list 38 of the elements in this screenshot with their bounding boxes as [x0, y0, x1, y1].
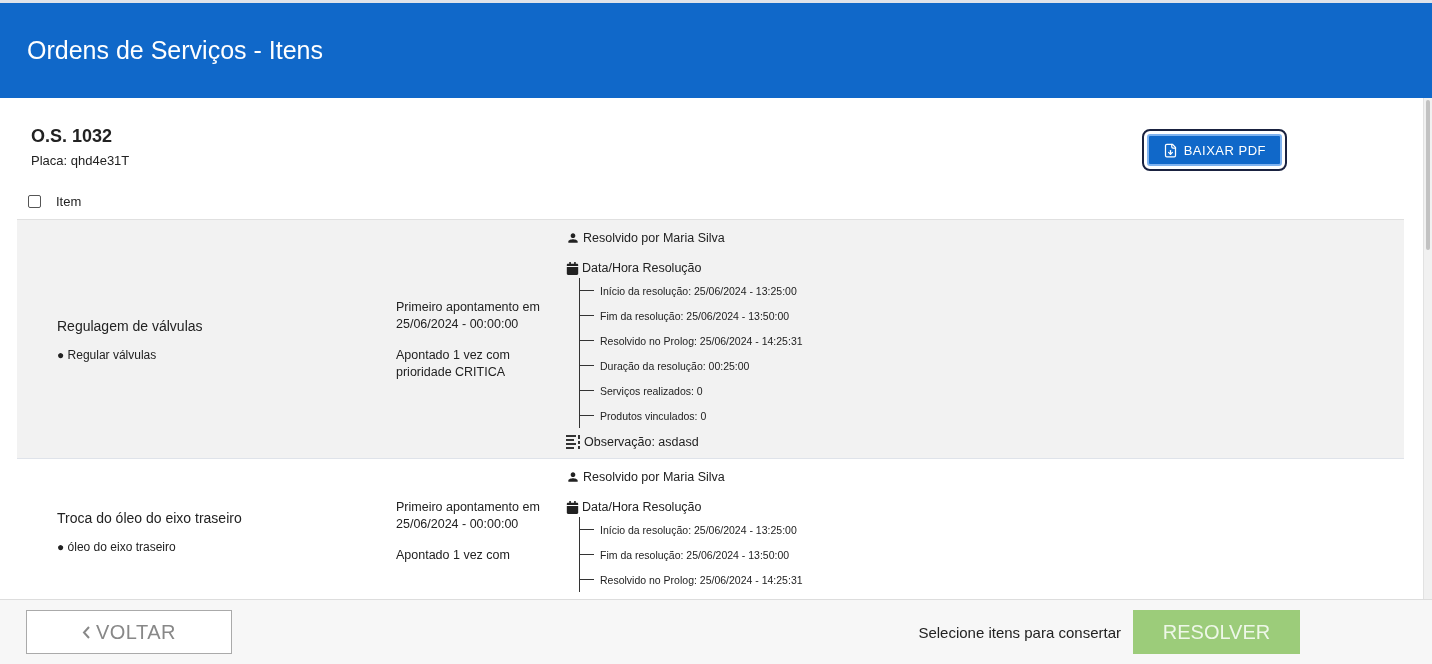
- first-report-text: Primeiro apontamento em 25/06/2024 - 00:00:00: [396, 499, 541, 533]
- resolution-detail: Duração da resolução: 00:25:00: [580, 353, 803, 378]
- hint-text: Selecione itens para consertar: [918, 623, 1121, 641]
- column-header: Item: [56, 194, 82, 209]
- report-count-text: Apontado 1 vez com prioridade CRITICA: [396, 347, 511, 381]
- chevron-left-icon: [81, 625, 90, 639]
- plate-label: Placa: qhd4e31T: [31, 153, 130, 168]
- back-button[interactable]: VOLTAR: [26, 610, 232, 654]
- file-download-icon: [1162, 142, 1178, 158]
- item-name: Troca do óleo do eixo traseiro: [57, 509, 243, 526]
- report-count-text: Apontado 1 vez com: [396, 547, 511, 564]
- calendar-icon: [566, 261, 579, 275]
- resolution-detail: Serviços realizados: 0: [580, 378, 803, 403]
- order-title: O.S. 1032: [31, 126, 114, 147]
- resolution-detail: Fim da resolução: 25/06/2024 - 13:50:00: [580, 303, 803, 328]
- notes-icon: [566, 435, 581, 449]
- resolution-detail: Resolvido no Prolog: 25/06/2024 - 14:25:31: [580, 328, 803, 353]
- scrollbar-thumb[interactable]: [1426, 100, 1430, 250]
- person-icon: [566, 231, 580, 245]
- resolution-detail: Início da resolução: 25/06/2024 - 13:25:00: [580, 517, 803, 542]
- note-text: Observação: asdasd: [584, 435, 699, 449]
- item-name: Regulagem de válvulas: [57, 318, 204, 334]
- datetime-title: Data/Hora Resolução: [582, 261, 702, 275]
- page-title: Ordens de Serviços - Itens: [27, 36, 323, 65]
- datetime-title: Data/Hora Resolução: [582, 500, 702, 514]
- resolution-detail: Resolvido no Prolog: 25/06/2024 - 14:25:31: [580, 567, 803, 592]
- first-report-text: Primeiro apontamento em 25/06/2024 - 00:00:00: [396, 299, 541, 333]
- item-row[interactable]: [17, 220, 1404, 459]
- resolution-detail: Início da resolução: 25/06/2024 - 13:25:00: [580, 278, 803, 303]
- resolution-detail: Fim da resolução: 25/06/2024 - 13:50:00: [580, 542, 803, 567]
- resolved-by-text: Resolvido por Maria Silva: [583, 231, 725, 245]
- calendar-icon: [566, 500, 579, 514]
- person-icon: [566, 470, 580, 484]
- select-all-checkbox[interactable]: [28, 195, 41, 208]
- resolution-detail: Produtos vinculados: 0: [580, 403, 803, 428]
- service-label: ● óleo do eixo traseiro: [57, 539, 177, 554]
- resolved-by-text: Resolvido por Maria Silva: [583, 470, 725, 484]
- service-label: ● Regular válvulas: [57, 348, 158, 362]
